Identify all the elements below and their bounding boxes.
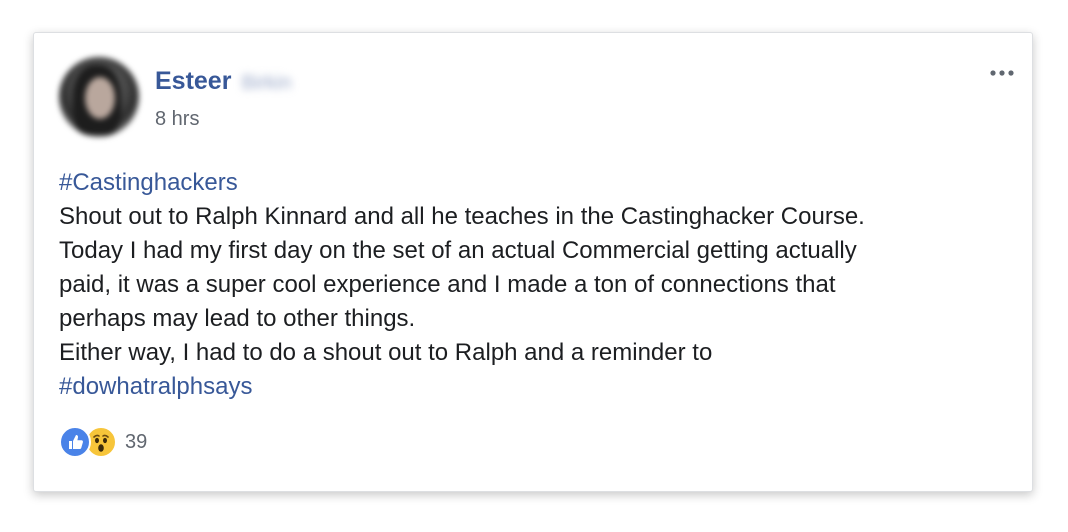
post-text-line: paid, it was a super cool experience and… <box>59 271 836 298</box>
reactions-summary[interactable]: 39 <box>59 426 147 458</box>
hashtag-link[interactable]: #dowhatralphsays <box>59 370 1019 404</box>
more-options-button[interactable] <box>984 61 1020 85</box>
author-name[interactable]: Esteer Birkin <box>155 67 291 96</box>
post-text-line: Either way, I had to do a shout out to R… <box>59 339 713 366</box>
like-icon <box>59 426 91 458</box>
author-avatar[interactable] <box>59 57 139 137</box>
post-card: Esteer Birkin 8 hrs #Castinghackers Shout… <box>33 32 1033 492</box>
reaction-count[interactable]: 39 <box>125 431 147 454</box>
author-last-name-blurred[interactable]: Birkin <box>241 72 291 95</box>
post-body: #Castinghackers Shout out to Ralph Kinna… <box>59 166 1019 404</box>
hashtag-link[interactable]: #Castinghackers <box>59 166 1019 200</box>
author-first-name[interactable]: Esteer <box>155 67 231 95</box>
post-text-line: Today I had my first day on the set of a… <box>59 237 857 264</box>
more-horizontal-icon <box>990 70 1014 76</box>
post-text-line: Shout out to Ralph Kinnard and all he te… <box>59 203 865 230</box>
post-text-line: perhaps may lead to other things. <box>59 305 416 332</box>
post-timestamp[interactable]: 8 hrs <box>155 108 199 131</box>
